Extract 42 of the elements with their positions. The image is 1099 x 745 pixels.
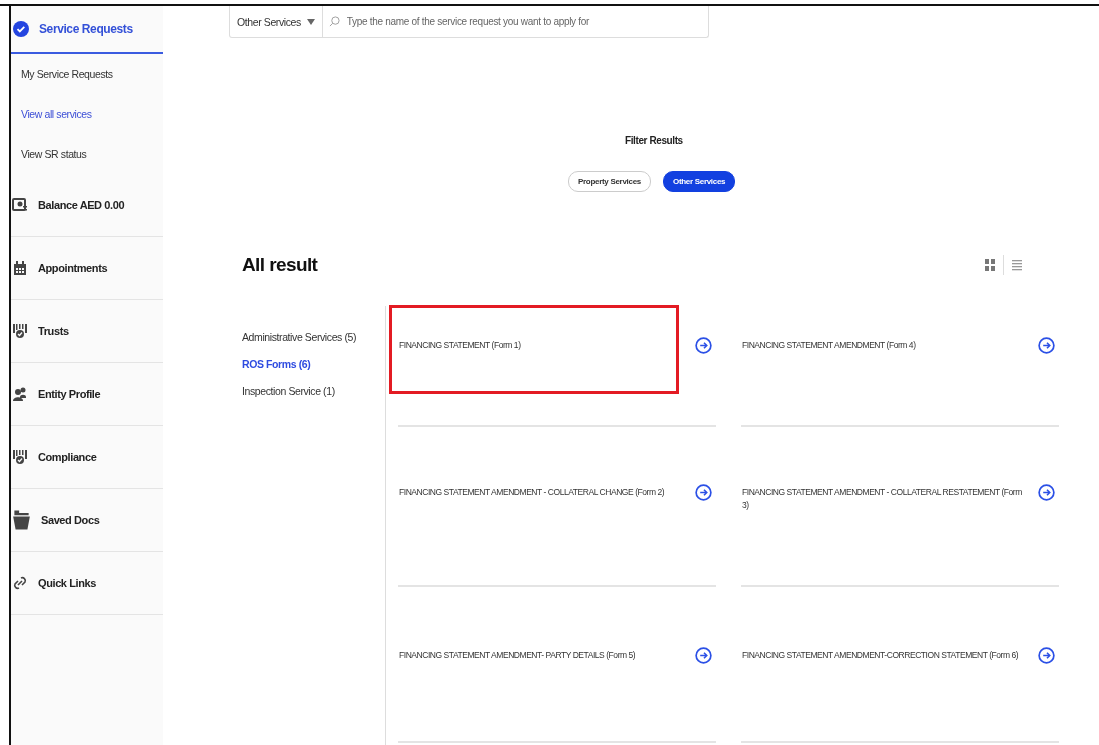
- sidebar-item[interactable]: Trusts: [38, 325, 69, 337]
- service-link[interactable]: FINANCING STATEMENT AMENDMENT (Form 4): [742, 339, 1028, 352]
- service-type-dropdown[interactable]: Other Services: [229, 6, 323, 38]
- sidebar-item[interactable]: Balance AED 0.00: [38, 199, 125, 211]
- sidebar-item[interactable]: Appointments: [38, 262, 108, 274]
- results-title: All result: [242, 254, 319, 276]
- category-link[interactable]: ROS Forms (6): [242, 358, 311, 370]
- arrow-circle-icon[interactable]: [1038, 647, 1055, 664]
- service-link[interactable]: FINANCING STATEMENT AMENDMENT- PARTY DETAILS (Form 5): [399, 649, 685, 662]
- folder-icon: [12, 509, 31, 531]
- sidebar-header-label: Service Requests: [39, 22, 133, 36]
- search-icon: [328, 16, 340, 27]
- category-link[interactable]: Inspection Service (1): [242, 385, 335, 397]
- arrow-circle-icon[interactable]: [695, 337, 712, 354]
- search-field[interactable]: Type the name of the service request you want to apply for: [322, 6, 709, 38]
- service-link[interactable]: FINANCING STATEMENT AMENDMENT - COLLATERAL RESTATEMENT (Form 3): [742, 486, 1028, 512]
- sidebar-link[interactable]: My Service Requests: [11, 54, 163, 94]
- sidebar-item[interactable]: Saved Docs: [41, 514, 100, 526]
- link-icon: [12, 575, 28, 591]
- service-link[interactable]: FINANCING STATEMENT (Form 1): [399, 339, 685, 352]
- sidebar-link[interactable]: View SR status: [11, 134, 163, 174]
- sidebar-item[interactable]: Entity Profile: [38, 388, 101, 400]
- service-link[interactable]: FINANCING STATEMENT AMENDMENT-CORRECTION STATEMENT (Form 6): [742, 649, 1028, 662]
- sidebar-link[interactable]: View all services: [11, 94, 163, 134]
- service-link[interactable]: FINANCING STATEMENT AMENDMENT - COLLATERAL CHANGE (Form 2): [399, 486, 685, 499]
- filter-chip[interactable]: Other Services: [662, 171, 736, 192]
- arrow-circle-icon[interactable]: [695, 484, 712, 501]
- arrow-circle-icon[interactable]: [695, 647, 712, 664]
- sidebar-item[interactable]: Quick Links: [38, 577, 96, 589]
- grid-view-icon[interactable]: [985, 259, 995, 271]
- wallet-icon: [12, 197, 28, 213]
- search-input[interactable]: Type the name of the service request you want to apply for: [344, 15, 708, 28]
- users-icon: [12, 386, 28, 402]
- filter-chip[interactable]: Property Services: [568, 171, 651, 192]
- sidebar-header[interactable]: Service Requests: [11, 6, 163, 54]
- arrow-circle-icon[interactable]: [1038, 484, 1055, 501]
- list-view-icon[interactable]: [1012, 259, 1022, 271]
- caret-icon: [306, 18, 315, 25]
- category-link[interactable]: Administrative Services (5): [242, 331, 357, 343]
- filter-title: Filter Results: [625, 135, 683, 146]
- arrow-circle-icon[interactable]: [1038, 337, 1055, 354]
- sidebar-item[interactable]: Compliance: [38, 451, 97, 463]
